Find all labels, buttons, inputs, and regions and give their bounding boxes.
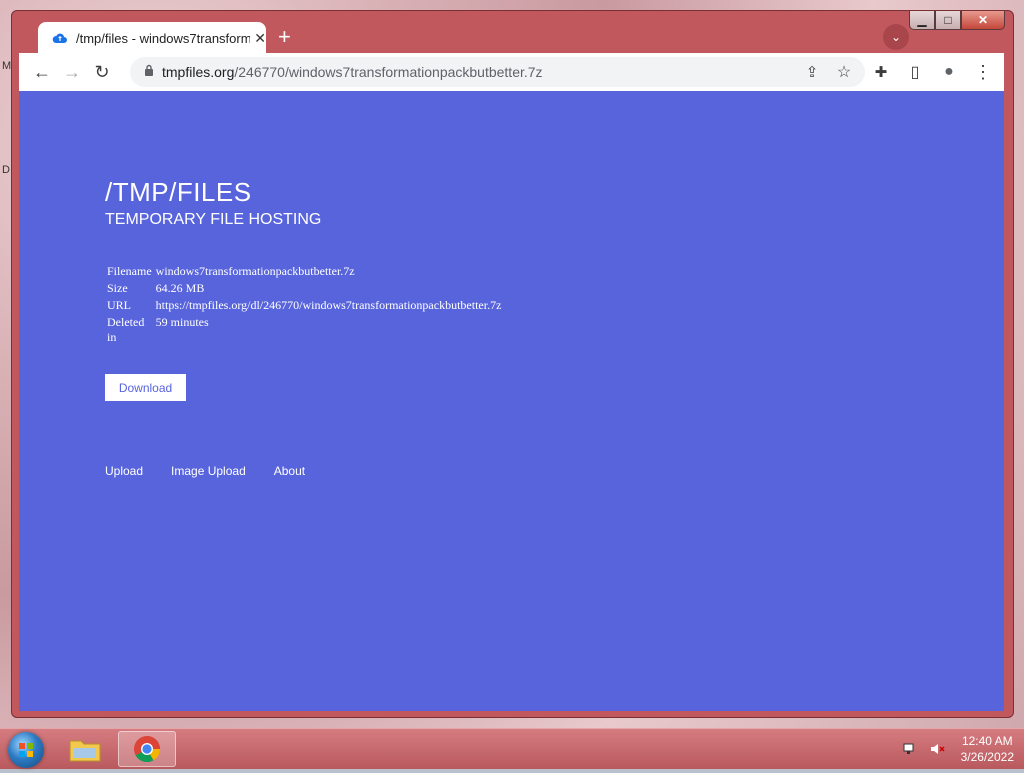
url-label: URL — [107, 298, 131, 312]
tab-tmpfiles[interactable]: /tmp/files - windows7transforma ✕ — [38, 22, 266, 54]
about-link[interactable]: About — [274, 464, 305, 478]
image-upload-link[interactable]: Image Upload — [171, 464, 246, 478]
download-button[interactable]: Download — [105, 374, 186, 401]
table-row: URL https://tmpfiles.org/dl/246770/windo… — [105, 297, 503, 314]
lock-icon — [144, 63, 154, 81]
clock[interactable]: 12:40 AM 3/26/2022 — [961, 733, 1014, 765]
desktop-icon-label: M — [2, 60, 12, 72]
taskbar: 12:40 AM 3/26/2022 — [0, 728, 1024, 769]
tab-title: /tmp/files - windows7transforma — [76, 30, 251, 46]
size-label: Size — [107, 281, 128, 295]
deleted-in-value: 59 minutes — [155, 315, 209, 329]
profile-avatar-icon[interactable]: ● — [934, 57, 964, 87]
forward-button[interactable]: → — [57, 57, 87, 87]
extensions-icon[interactable]: ✚ — [866, 57, 896, 87]
address-bar[interactable]: tmpfiles.org/246770/windows7transformati… — [130, 57, 865, 87]
tab-close-icon[interactable]: ✕ — [254, 30, 266, 47]
folder-icon — [69, 740, 101, 762]
browser-window: ▁ □ ✕ /tmp/files - windows7transforma ✕ … — [11, 10, 1014, 718]
omnibox-actions: ⇪ ☆ — [799, 59, 857, 85]
taskbar-explorer[interactable] — [56, 731, 114, 767]
table-row: Size 64.26 MB — [105, 280, 503, 297]
new-tab-button[interactable]: + — [278, 26, 291, 48]
start-button[interactable] — [8, 732, 44, 768]
table-row: Deleted in 59 minutes — [105, 314, 503, 346]
site-title: /TMP/FILES — [105, 177, 252, 207]
file-info-table: Filename windows7transformationpackbutbe… — [105, 263, 503, 346]
reload-button[interactable]: ↻ — [87, 57, 117, 87]
table-row: Filename windows7transformationpackbutbe… — [105, 263, 503, 280]
deleted-in-label: Deleted in — [107, 315, 145, 344]
volume-muted-icon[interactable] — [929, 741, 945, 757]
clock-date: 3/26/2022 — [960, 750, 1014, 764]
chrome-icon — [134, 736, 161, 763]
network-icon[interactable] — [903, 741, 919, 757]
back-button[interactable]: ← — [27, 57, 57, 87]
url-host: tmpfiles.org — [162, 64, 235, 80]
desktop-icon-label: D — [2, 164, 10, 176]
url-text: tmpfiles.org/246770/windows7transformati… — [162, 64, 543, 80]
page-content: /TMP/FILES TEMPORARY FILE HOSTING Filena… — [19, 91, 1004, 711]
url-path: /246770/windows7transformationpackbutbet… — [234, 64, 543, 80]
menu-kebab-icon[interactable]: ⋮ — [968, 57, 998, 87]
cloud-upload-icon — [52, 30, 68, 46]
bookmark-star-icon[interactable]: ☆ — [831, 59, 857, 85]
footer-nav: Upload Image Upload About — [105, 464, 333, 478]
site-subtitle: TEMPORARY FILE HOSTING — [105, 211, 322, 228]
windows-logo-icon — [19, 743, 33, 757]
side-panel-icon[interactable]: ▯ — [900, 57, 930, 87]
filename-value: windows7transformationpackbutbetter.7z — [155, 264, 355, 278]
share-icon[interactable]: ⇪ — [799, 59, 825, 85]
clock-time: 12:40 AM — [961, 734, 1013, 748]
url-value[interactable]: https://tmpfiles.org/dl/246770/windows7t… — [154, 297, 504, 314]
size-value: 64.26 MB — [155, 281, 205, 295]
tab-search-button[interactable]: ⌄ — [883, 24, 909, 50]
system-tray: 12:40 AM 3/26/2022 — [903, 733, 1014, 765]
taskbar-chrome[interactable] — [118, 731, 176, 767]
upload-link[interactable]: Upload — [105, 464, 143, 478]
filename-label: Filename — [107, 264, 152, 278]
tab-strip: /tmp/files - windows7transforma ✕ + ⌄ — [19, 19, 1004, 54]
toolbar-right: ✚ ▯ ● ⋮ — [866, 57, 998, 87]
browser-toolbar: ← → ↻ tmpfiles.org/246770/windows7transf… — [19, 53, 1004, 91]
